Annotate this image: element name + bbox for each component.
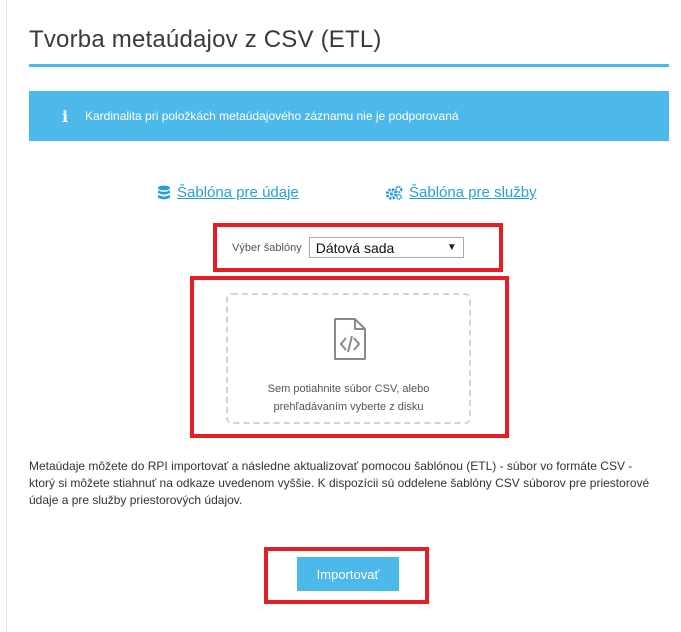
gears-icon xyxy=(385,185,403,200)
chevron-down-icon: ▼ xyxy=(446,242,457,253)
dropzone-text: Sem potiahnite súbor CSV, alebo prehľadá… xyxy=(228,380,469,416)
title-underline xyxy=(29,64,669,67)
dropzone-line-1: Sem potiahnite súbor CSV, alebo xyxy=(267,383,430,395)
database-icon xyxy=(158,185,170,199)
info-banner: i Kardinalita pri položkách metaúdajovéh… xyxy=(29,91,669,141)
services-template-link[interactable]: Šablóna pre služby xyxy=(385,184,537,201)
data-template-label: Šablóna pre údaje xyxy=(177,184,299,201)
page-title: Tvorba metaúdajov z CSV (ETL) xyxy=(29,26,382,53)
data-template-link[interactable]: Šablóna pre údaje xyxy=(157,184,299,201)
dropzone-line-2: prehľadávaním vyberte z disku xyxy=(273,401,424,413)
template-select-value: Dátová sada xyxy=(315,239,395,256)
template-select-label: Výber šablóny xyxy=(232,241,302,254)
services-template-label: Šablóna pre služby xyxy=(409,184,537,201)
left-border xyxy=(6,0,7,632)
info-text: Kardinalita pri položkách metaúdajového … xyxy=(85,109,459,123)
csv-dropzone[interactable]: Sem potiahnite súbor CSV, alebo prehľadá… xyxy=(226,293,471,424)
template-select[interactable]: Dátová sada ▼ xyxy=(308,237,464,258)
import-button[interactable]: Importovať xyxy=(297,557,399,591)
template-select-row: Výber šablóny Dátová sada ▼ xyxy=(232,237,464,258)
code-file-icon xyxy=(334,318,366,360)
info-icon: i xyxy=(61,106,69,126)
import-description: Metaúdaje môžete do RPI importovať a nás… xyxy=(29,459,650,507)
